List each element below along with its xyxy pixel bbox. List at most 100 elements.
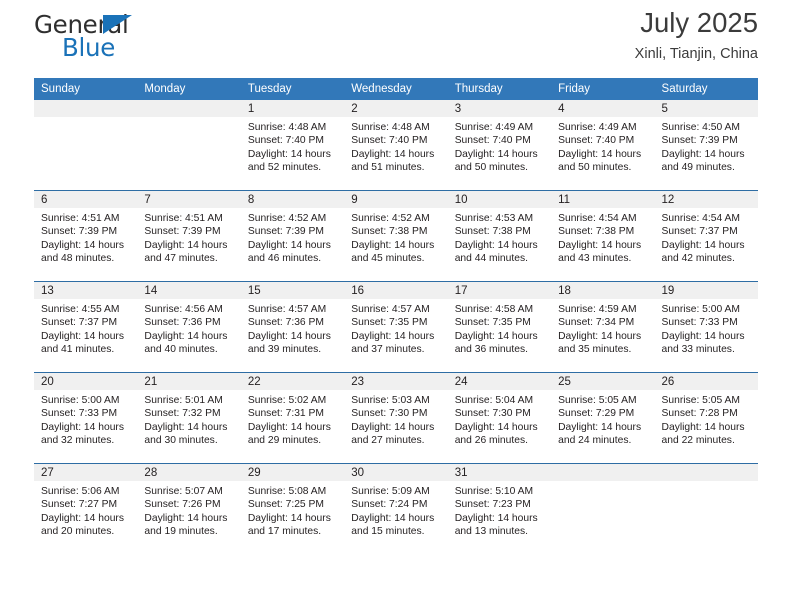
- sunrise-time: Sunrise: 4:52 AM: [351, 213, 430, 224]
- calendar-day-cell[interactable]: 4 Sunrise: 4:49 AM Sunset: 7:40 PM Daylight…: [551, 100, 655, 191]
- day-details: Sunrise: 4:50 AM Sunset: 7:39 PM Daylight:…: [655, 117, 758, 175]
- calendar-day-cell[interactable]: 13 Sunrise: 4:55 AM Sunset: 7:37 PM Dayligh…: [34, 281, 138, 373]
- sunrise-time: Sunrise: 5:05 AM: [558, 395, 637, 406]
- sunrise-time: Sunrise: 5:01 AM: [144, 395, 223, 406]
- daylight-duration-line1: Daylight: 14 hours: [351, 421, 435, 433]
- daylight-duration-line2: and 32 minutes.: [41, 435, 115, 447]
- sunset-time: Sunset: 7:40 PM: [558, 135, 635, 147]
- day-details: Sunrise: 5:03 AM Sunset: 7:30 PM Daylight:…: [344, 390, 447, 448]
- calendar-day-cell[interactable]: 25 Sunrise: 5:05 AM Sunset: 7:29 PM Dayligh…: [551, 372, 655, 464]
- daylight-duration-line2: and 39 minutes.: [247, 344, 322, 356]
- calendar-day-cell[interactable]: 20 Sunrise: 5:00 AM Sunset: 7:33 PM Dayligh…: [34, 372, 138, 464]
- calendar-week-row: 20 Sunrise: 5:00 AM Sunset: 7:33 PM Dayligh…: [34, 372, 758, 464]
- day-number: 25: [551, 373, 655, 390]
- day-details: Sunrise: 4:51 AM Sunset: 7:39 PM Daylight:…: [34, 208, 137, 266]
- calendar-day-cell[interactable]: 30 Sunrise: 5:09 AM Sunset: 7:24 PM Dayligh…: [344, 463, 448, 554]
- calendar-day-cell[interactable]: 21 Sunrise: 5:01 AM Sunset: 7:32 PM Dayligh…: [137, 372, 241, 464]
- daylight-duration-line2: and 50 minutes.: [454, 162, 528, 174]
- weekday-header-saturday: Saturday: [654, 78, 758, 100]
- day-number: 15: [240, 282, 345, 299]
- daylight-duration-line2: and 49 minutes.: [661, 162, 735, 174]
- calendar-day-cell[interactable]: 26 Sunrise: 5:05 AM Sunset: 7:28 PM Dayligh…: [654, 372, 758, 464]
- calendar-day-cell[interactable]: 16 Sunrise: 4:57 AM Sunset: 7:35 PM Dayligh…: [344, 281, 448, 373]
- daylight-duration-line1: Daylight: 14 hours: [41, 421, 124, 433]
- daylight-duration-line1: Daylight: 14 hours: [144, 239, 228, 251]
- sunrise-time: Sunrise: 5:09 AM: [351, 486, 430, 497]
- daylight-duration-line2: and 33 minutes.: [661, 344, 735, 356]
- sunset-time: Sunset: 7:27 PM: [41, 499, 118, 511]
- calendar-day-cell-empty: [34, 100, 138, 191]
- day-number: 26: [654, 373, 758, 390]
- day-number: 4: [551, 100, 655, 117]
- day-details: Sunrise: 4:56 AM Sunset: 7:36 PM Daylight:…: [137, 299, 240, 357]
- calendar-day-cell[interactable]: 28 Sunrise: 5:07 AM Sunset: 7:26 PM Dayligh…: [137, 463, 241, 554]
- daylight-duration-line2: and 29 minutes.: [247, 435, 322, 447]
- daylight-duration-line2: and 52 minutes.: [247, 162, 322, 174]
- daylight-duration-line2: and 43 minutes.: [558, 253, 632, 265]
- weekday-header-row: Sunday Monday Tuesday Wednesday Thursday…: [34, 78, 758, 100]
- daylight-duration-line2: and 37 minutes.: [351, 344, 425, 356]
- sunset-time: Sunset: 7:39 PM: [247, 226, 324, 238]
- calendar-day-cell[interactable]: 7 Sunrise: 4:51 AM Sunset: 7:39 PM Daylight…: [137, 190, 241, 282]
- calendar-body: 1 Sunrise: 4:48 AM Sunset: 7:40 PM Daylight…: [34, 100, 758, 554]
- weekday-header-sunday: Sunday: [34, 78, 138, 100]
- calendar-day-cell[interactable]: 22 Sunrise: 5:02 AM Sunset: 7:31 PM Dayligh…: [240, 372, 345, 464]
- day-number: 5: [654, 100, 758, 117]
- daylight-duration-line1: Daylight: 14 hours: [144, 512, 228, 524]
- day-number: 28: [137, 464, 241, 481]
- day-details: Sunrise: 5:05 AM Sunset: 7:28 PM Daylight:…: [655, 390, 758, 448]
- calendar-day-cell[interactable]: 2 Sunrise: 4:48 AM Sunset: 7:40 PM Daylight…: [344, 100, 448, 191]
- weekday-header-thursday: Thursday: [447, 78, 552, 100]
- calendar-day-cell[interactable]: 5 Sunrise: 4:50 AM Sunset: 7:39 PM Daylight…: [654, 100, 758, 191]
- day-details: Sunrise: 5:06 AM Sunset: 7:27 PM Daylight:…: [34, 481, 137, 539]
- calendar-day-cell[interactable]: 18 Sunrise: 4:59 AM Sunset: 7:34 PM Dayligh…: [551, 281, 655, 373]
- calendar-day-cell[interactable]: 6 Sunrise: 4:51 AM Sunset: 7:39 PM Daylight…: [34, 190, 138, 282]
- calendar-day-cell[interactable]: 17 Sunrise: 4:58 AM Sunset: 7:35 PM Dayligh…: [447, 281, 552, 373]
- calendar-day-cell[interactable]: 11 Sunrise: 4:54 AM Sunset: 7:38 PM Dayligh…: [551, 190, 655, 282]
- sunset-time: Sunset: 7:28 PM: [661, 408, 738, 420]
- sunrise-time: Sunrise: 4:48 AM: [247, 122, 327, 133]
- day-details: Sunrise: 5:05 AM Sunset: 7:29 PM Daylight:…: [551, 390, 654, 448]
- sunset-time: Sunset: 7:25 PM: [247, 499, 324, 511]
- day-details: Sunrise: 4:52 AM Sunset: 7:39 PM Daylight:…: [241, 208, 344, 266]
- calendar-day-cell-empty: [137, 100, 241, 191]
- calendar-day-cell[interactable]: 19 Sunrise: 5:00 AM Sunset: 7:33 PM Dayligh…: [654, 281, 758, 373]
- calendar-day-cell[interactable]: 15 Sunrise: 4:57 AM Sunset: 7:36 PM Dayligh…: [240, 281, 345, 373]
- calendar-day-cell[interactable]: 24 Sunrise: 5:04 AM Sunset: 7:30 PM Dayligh…: [447, 372, 552, 464]
- sunset-time: Sunset: 7:34 PM: [558, 317, 635, 329]
- daylight-duration-line2: and 46 minutes.: [247, 253, 322, 265]
- calendar-day-cell[interactable]: 9 Sunrise: 4:52 AM Sunset: 7:38 PM Daylight…: [344, 190, 448, 282]
- sunset-time: Sunset: 7:36 PM: [144, 317, 221, 329]
- calendar-day-cell[interactable]: 31 Sunrise: 5:10 AM Sunset: 7:23 PM Dayligh…: [447, 463, 552, 554]
- calendar-day-cell[interactable]: 23 Sunrise: 5:03 AM Sunset: 7:30 PM Dayligh…: [344, 372, 448, 464]
- daylight-duration-line1: Daylight: 14 hours: [144, 330, 228, 342]
- calendar-day-cell[interactable]: 27 Sunrise: 5:06 AM Sunset: 7:27 PM Dayligh…: [34, 463, 138, 554]
- sunset-time: Sunset: 7:36 PM: [247, 317, 324, 329]
- daylight-duration-line2: and 44 minutes.: [454, 253, 528, 265]
- day-details: Sunrise: 5:08 AM Sunset: 7:25 PM Daylight:…: [241, 481, 344, 539]
- daylight-duration-line2: and 20 minutes.: [41, 526, 115, 538]
- calendar-day-cell[interactable]: 12 Sunrise: 4:54 AM Sunset: 7:37 PM Dayligh…: [654, 190, 758, 282]
- sunset-time: Sunset: 7:37 PM: [661, 226, 738, 238]
- day-number: 9: [344, 191, 448, 208]
- calendar-day-cell[interactable]: 10 Sunrise: 4:53 AM Sunset: 7:38 PM Dayligh…: [447, 190, 552, 282]
- daylight-duration-line1: Daylight: 14 hours: [247, 330, 331, 342]
- daylight-duration-line1: Daylight: 14 hours: [454, 330, 538, 342]
- calendar-day-cell[interactable]: 3 Sunrise: 4:49 AM Sunset: 7:40 PM Daylight…: [447, 100, 552, 191]
- day-details: Sunrise: 4:54 AM Sunset: 7:37 PM Daylight:…: [655, 208, 758, 266]
- day-number: 8: [240, 191, 345, 208]
- day-number: 6: [34, 191, 138, 208]
- calendar-day-cell[interactable]: 8 Sunrise: 4:52 AM Sunset: 7:39 PM Daylight…: [240, 190, 345, 282]
- day-details: Sunrise: 4:49 AM Sunset: 7:40 PM Daylight:…: [551, 117, 654, 175]
- daylight-duration-line2: and 22 minutes.: [661, 435, 735, 447]
- sunset-time: Sunset: 7:38 PM: [454, 226, 531, 238]
- sunrise-time: Sunrise: 4:50 AM: [661, 122, 740, 133]
- daylight-duration-line2: and 48 minutes.: [41, 253, 115, 265]
- calendar-day-cell[interactable]: 29 Sunrise: 5:08 AM Sunset: 7:25 PM Dayligh…: [240, 463, 345, 554]
- sunrise-time: Sunrise: 4:58 AM: [454, 304, 534, 315]
- day-details: Sunrise: 5:02 AM Sunset: 7:31 PM Daylight:…: [241, 390, 344, 448]
- day-number: 7: [137, 191, 241, 208]
- sunset-time: Sunset: 7:33 PM: [661, 317, 738, 329]
- calendar-day-cell[interactable]: 1 Sunrise: 4:48 AM Sunset: 7:40 PM Daylight…: [240, 100, 345, 191]
- calendar-day-cell[interactable]: 14 Sunrise: 4:56 AM Sunset: 7:36 PM Dayligh…: [137, 281, 241, 373]
